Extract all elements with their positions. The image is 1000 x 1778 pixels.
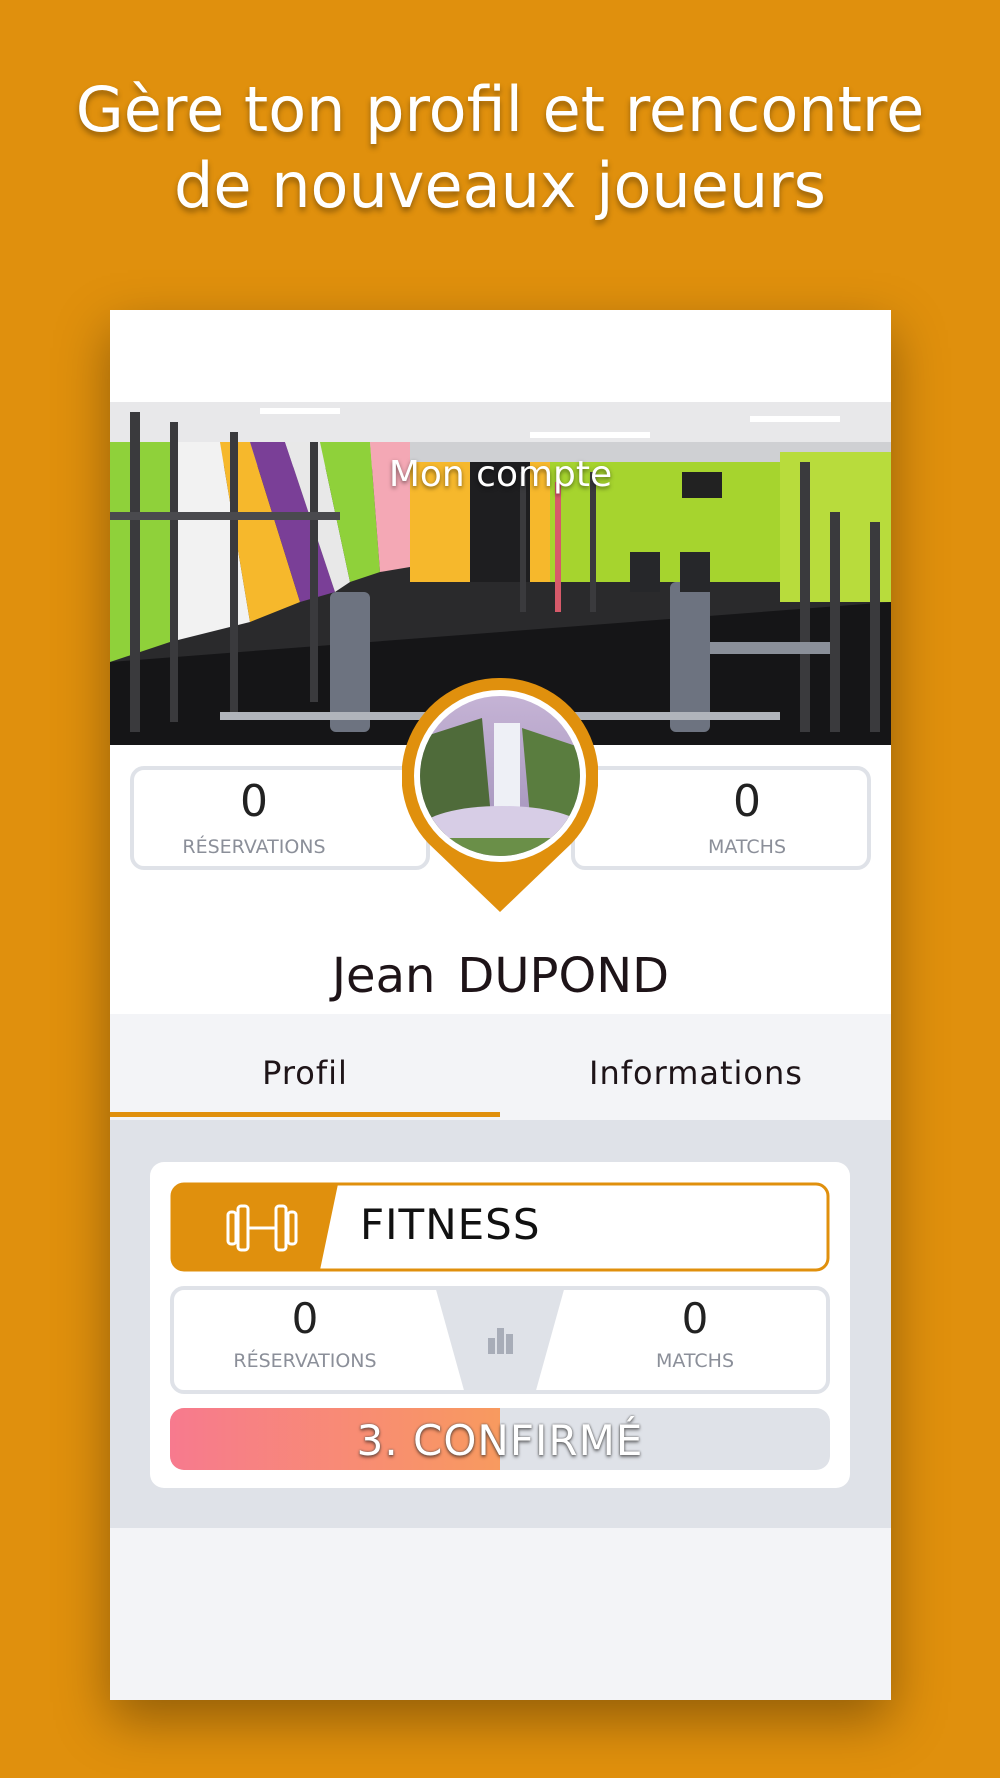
profile-content: FITNESS 0 RÉSERVATIONS 0 MATCHS 3. CONFI… xyxy=(110,1120,891,1528)
reservations-count: 0 xyxy=(240,776,268,827)
sport-name: FITNESS xyxy=(360,1200,541,1249)
user-first-name: Jean xyxy=(331,948,436,1004)
user-last-name: DUPOND xyxy=(457,948,670,1004)
sport-matchs-count: 0 xyxy=(681,1294,709,1343)
tab-informations[interactable]: Informations xyxy=(501,1054,891,1092)
user-full-name: Jean DUPOND xyxy=(110,948,891,1004)
tab-bar: Profil Informations xyxy=(110,1014,891,1120)
sport-matchs-label: MATCHS xyxy=(655,1350,735,1372)
level-label: 3. CONFIRMÉ xyxy=(356,1416,644,1465)
profile-reservations-stat: 0 RÉSERVATIONS xyxy=(130,766,430,870)
avatar[interactable] xyxy=(401,677,599,912)
phone-screen: Mon compte 0 RÉSERVATIONS 0 MATCHS Jean … xyxy=(110,310,891,1700)
matchs-label: MATCHS xyxy=(707,836,787,858)
active-tab-indicator xyxy=(110,1112,500,1117)
reservations-label: RÉSERVATIONS xyxy=(182,836,326,858)
matchs-count: 0 xyxy=(733,776,761,827)
headline-line-2: de nouveaux joueurs xyxy=(174,149,826,222)
sport-stats: 0 RÉSERVATIONS 0 MATCHS xyxy=(170,1286,830,1394)
headline-line-1: Gère ton profil et rencontre xyxy=(75,73,925,146)
bottom-area xyxy=(110,1528,891,1700)
sport-header: FITNESS xyxy=(170,1182,830,1272)
tab-profil[interactable]: Profil xyxy=(110,1054,500,1092)
screen-title: Mon compte xyxy=(388,454,613,495)
sport-reservations-label: RÉSERVATIONS xyxy=(233,1350,377,1372)
promo-headline: Gère ton profil et rencontre de nouveaux… xyxy=(40,72,960,224)
status-bar xyxy=(110,310,891,402)
sport-card[interactable]: FITNESS 0 RÉSERVATIONS 0 MATCHS 3. CONFI… xyxy=(150,1162,850,1488)
sport-reservations-count: 0 xyxy=(291,1294,319,1343)
level-progress-bar: 3. CONFIRMÉ xyxy=(170,1408,830,1470)
profile-matchs-stat: 0 MATCHS xyxy=(571,766,871,870)
